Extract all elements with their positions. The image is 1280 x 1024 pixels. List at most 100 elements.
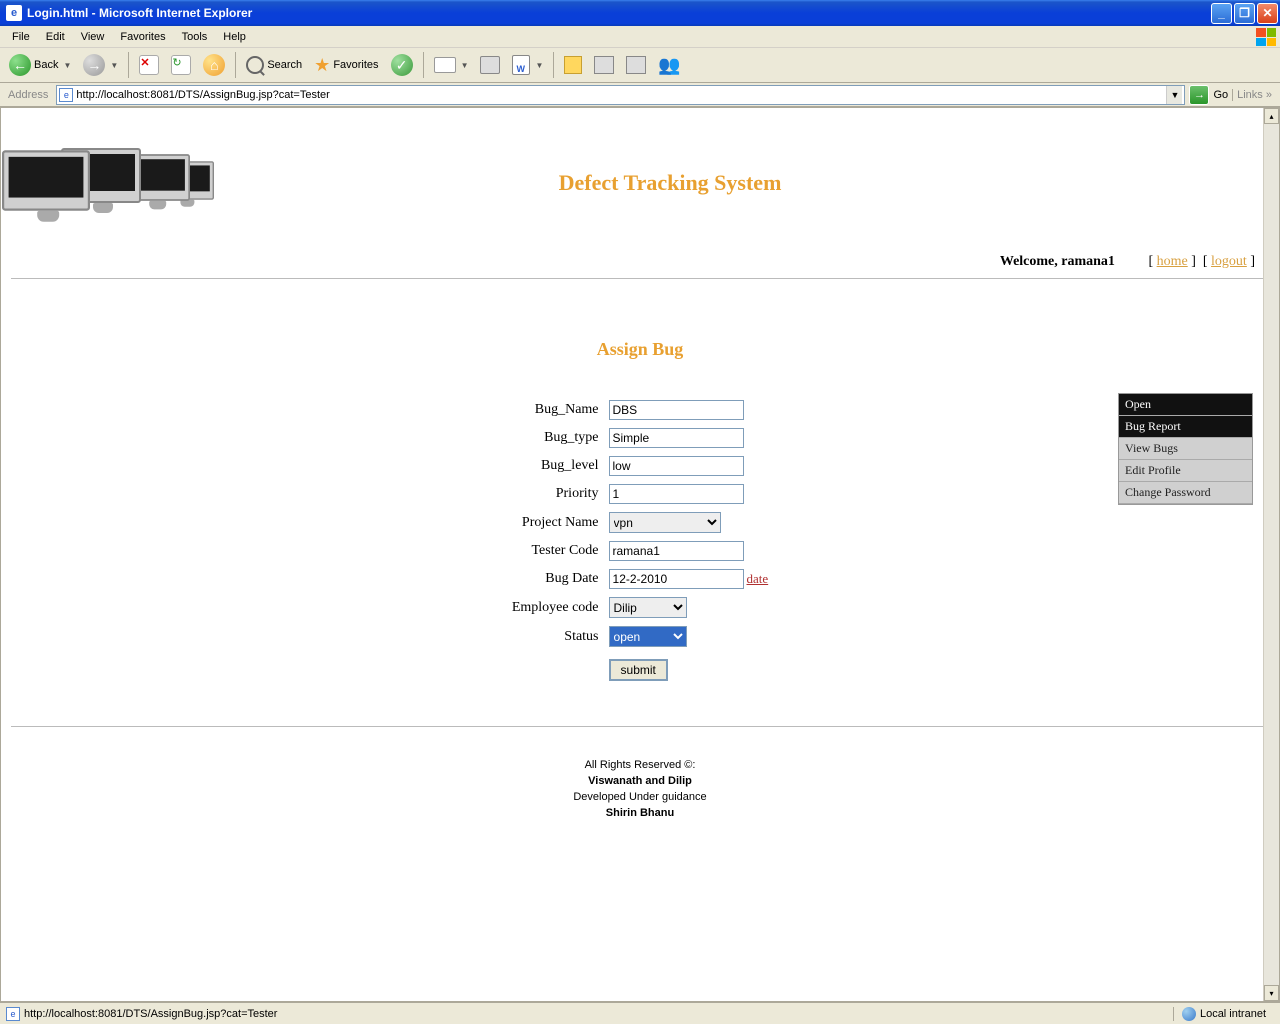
forward-dropdown-icon[interactable]: ▼ xyxy=(110,61,118,70)
refresh-icon: ↻ xyxy=(171,55,191,75)
address-bar: Address e ▼ → Go Links » xyxy=(0,83,1280,107)
back-button[interactable]: ← Back ▼ xyxy=(4,51,76,79)
maximize-button[interactable]: ❐ xyxy=(1234,3,1255,24)
toolbar-separator xyxy=(128,52,129,78)
edit-doc-icon xyxy=(512,55,530,75)
tester-code-input[interactable] xyxy=(609,541,744,561)
window-title: Login.html - Microsoft Internet Explorer xyxy=(27,6,1211,20)
stop-icon: ✕ xyxy=(139,55,159,75)
status-bar: e http://localhost:8081/DTS/AssignBug.js… xyxy=(0,1002,1280,1024)
menu-bar: File Edit View Favorites Tools Help xyxy=(0,26,1280,48)
star-icon: ★ xyxy=(314,55,330,76)
form-title: Assign Bug xyxy=(270,339,1010,360)
research2-button[interactable] xyxy=(621,51,651,79)
history-button[interactable]: ✓ xyxy=(386,51,418,79)
submit-button[interactable]: submit xyxy=(609,659,668,681)
scroll-up-icon[interactable]: ▴ xyxy=(1264,108,1279,124)
bug-date-input[interactable] xyxy=(609,569,744,589)
monitors-image xyxy=(1,138,181,228)
priority-input[interactable] xyxy=(609,484,744,504)
logout-link[interactable]: logout xyxy=(1211,254,1247,269)
menu-help[interactable]: Help xyxy=(215,29,254,45)
edit-button[interactable]: ▼ xyxy=(507,51,548,79)
menu-file[interactable]: File xyxy=(4,29,38,45)
footer-line4: Shirin Bhanu xyxy=(11,805,1269,821)
address-input[interactable] xyxy=(76,89,1166,101)
discuss-button[interactable] xyxy=(559,51,587,79)
page-icon: e xyxy=(59,88,73,102)
employee-code-label: Employee code xyxy=(508,594,603,621)
toolbar-separator xyxy=(235,52,236,78)
welcome-user: ramana1 xyxy=(1061,254,1115,269)
toolbar: ← Back ▼ → ▼ ✕ ↻ ⌂ Search ★ Favorites ✓ … xyxy=(0,48,1280,83)
research-icon xyxy=(594,56,614,74)
back-dropdown-icon[interactable]: ▼ xyxy=(63,61,71,70)
side-menu: Open Bug Report View Bugs Edit Profile C… xyxy=(1118,393,1253,505)
bug-name-label: Bug_Name xyxy=(508,397,603,423)
favorites-label: Favorites xyxy=(333,59,378,71)
back-label: Back xyxy=(34,59,58,71)
favorites-button[interactable]: ★ Favorites xyxy=(309,51,383,79)
page-footer: All Rights Reserved ©: Viswanath and Dil… xyxy=(11,726,1269,821)
bug-name-input[interactable] xyxy=(609,400,744,420)
footer-line3: Developed Under guidance xyxy=(11,789,1269,805)
back-arrow-icon: ← xyxy=(9,54,31,76)
research-button[interactable] xyxy=(589,51,619,79)
close-button[interactable]: ✕ xyxy=(1257,3,1278,24)
history-icon: ✓ xyxy=(391,54,413,76)
system-title: Defect Tracking System xyxy=(181,170,1279,196)
project-name-select[interactable]: vpn xyxy=(609,512,721,533)
home-icon: ⌂ xyxy=(203,54,225,76)
bug-type-input[interactable] xyxy=(609,428,744,448)
content-area: ▴ ▾ Defect Tracking System Welcome, rama… xyxy=(0,107,1280,1002)
menu-favorites[interactable]: Favorites xyxy=(112,29,173,45)
status-text: http://localhost:8081/DTS/AssignBug.jsp?… xyxy=(24,1008,1169,1020)
minimize-button[interactable]: _ xyxy=(1211,3,1232,24)
edit-dropdown-icon[interactable]: ▼ xyxy=(535,61,543,70)
menu-edit[interactable]: Edit xyxy=(38,29,73,45)
sidebar-item-view-bugs[interactable]: View Bugs xyxy=(1119,438,1252,460)
sidebar-item-bug-report[interactable]: Bug Report xyxy=(1119,416,1252,438)
tester-code-label: Tester Code xyxy=(508,538,603,564)
title-bar: e Login.html - Microsoft Internet Explor… xyxy=(0,0,1280,26)
welcome-prefix: Welcome, xyxy=(1000,254,1061,269)
menu-view[interactable]: View xyxy=(73,29,113,45)
forward-arrow-icon: → xyxy=(83,54,105,76)
scroll-down-icon[interactable]: ▾ xyxy=(1264,985,1279,1001)
print-button[interactable] xyxy=(475,51,505,79)
forward-button[interactable]: → ▼ xyxy=(78,51,123,79)
mail-dropdown-icon[interactable]: ▼ xyxy=(461,61,469,70)
sidebar-item-edit-profile[interactable]: Edit Profile xyxy=(1119,460,1252,482)
status-select[interactable]: open xyxy=(609,626,687,647)
home-link[interactable]: home xyxy=(1157,254,1188,269)
status-zone: Local intranet xyxy=(1173,1007,1274,1021)
search-button[interactable]: Search xyxy=(241,51,307,79)
sidebar-item-change-password[interactable]: Change Password xyxy=(1119,482,1252,504)
sidebar-item-open[interactable]: Open xyxy=(1119,394,1252,416)
date-link[interactable]: date xyxy=(747,571,769,586)
go-button[interactable]: → xyxy=(1189,85,1209,105)
home-button[interactable]: ⌂ xyxy=(198,51,230,79)
bug-level-input[interactable] xyxy=(609,456,744,476)
print-icon xyxy=(480,56,500,74)
address-dropdown-icon[interactable]: ▼ xyxy=(1166,86,1182,104)
bug-level-label: Bug_level xyxy=(508,453,603,479)
mail-button[interactable]: ▼ xyxy=(429,51,474,79)
employee-code-select[interactable]: Dilip xyxy=(609,597,687,618)
note-icon xyxy=(564,56,582,74)
messenger-button[interactable]: 👥 xyxy=(653,51,685,79)
zone-icon xyxy=(1182,1007,1196,1021)
refresh-button[interactable]: ↻ xyxy=(166,51,196,79)
vertical-scrollbar[interactable]: ▴ ▾ xyxy=(1263,108,1279,1001)
bug-type-label: Bug_type xyxy=(508,425,603,451)
status-page-icon: e xyxy=(6,1007,20,1021)
toolbar-separator xyxy=(553,52,554,78)
messenger-icon: 👥 xyxy=(658,55,680,76)
menu-tools[interactable]: Tools xyxy=(174,29,216,45)
links-label[interactable]: Links » xyxy=(1232,89,1276,101)
search-label: Search xyxy=(267,59,302,71)
address-input-wrap[interactable]: e ▼ xyxy=(56,85,1185,105)
research2-icon xyxy=(626,56,646,74)
zone-label: Local intranet xyxy=(1200,1008,1266,1020)
stop-button[interactable]: ✕ xyxy=(134,51,164,79)
